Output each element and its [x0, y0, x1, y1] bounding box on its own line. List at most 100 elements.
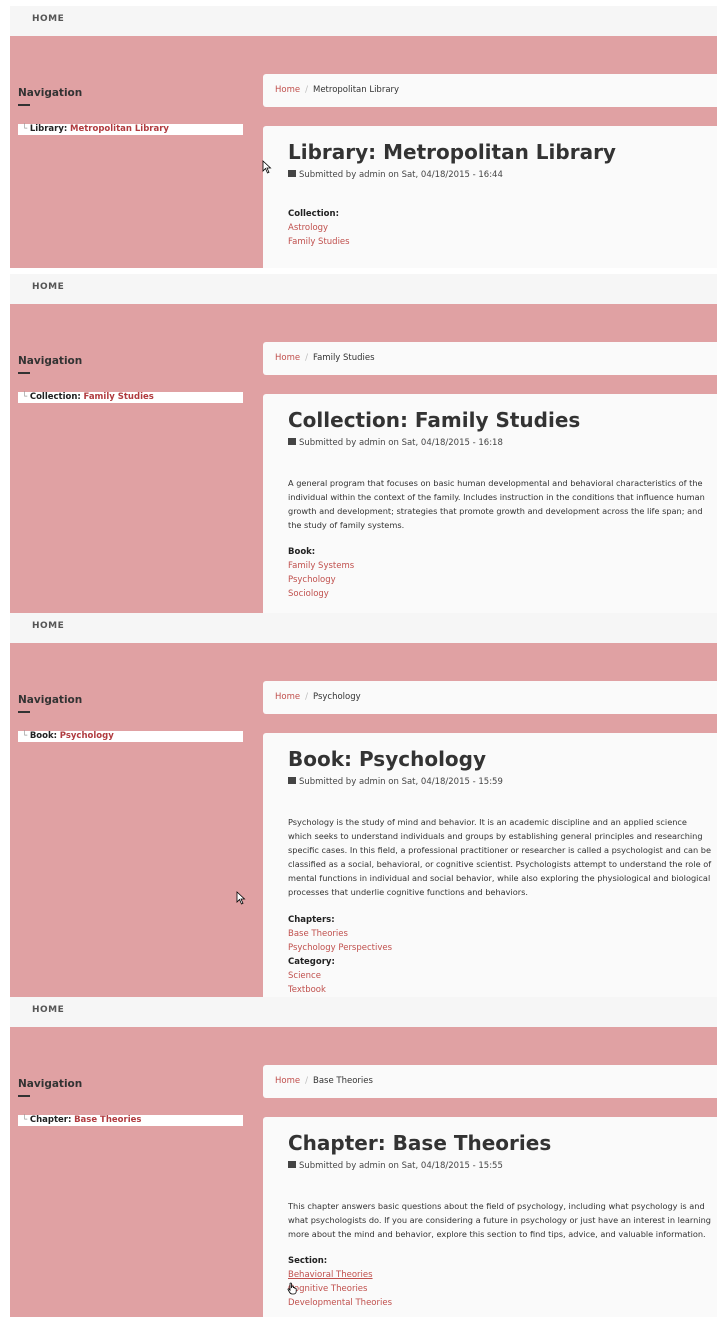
breadcrumb-home-link[interactable]: Home — [275, 692, 300, 702]
page-title: Collection: Family Studies — [288, 408, 581, 432]
top-navbar: HOME — [10, 613, 717, 643]
top-navbar: HOME — [10, 274, 717, 304]
tree-item-link[interactable]: Family Studies — [84, 392, 154, 402]
breadcrumb: Home / Family Studies — [263, 342, 717, 375]
sidebar-title: Navigation — [18, 355, 83, 367]
field-link[interactable]: Cognitive Theories — [288, 1284, 367, 1294]
sidebar-tree-item[interactable]: └ Book: Psychology — [18, 731, 243, 742]
breadcrumb-home-link[interactable]: Home — [275, 85, 300, 95]
page-title: Chapter: Base Theories — [288, 1131, 552, 1155]
field-label-section: Section: — [288, 1256, 328, 1266]
breadcrumb: Home / Psychology — [263, 681, 717, 714]
submitted-prefix: Submitted by admin on — [299, 1161, 399, 1171]
breadcrumb-separator: / — [305, 1076, 308, 1086]
content-card: Library: Metropolitan Library Submitted … — [263, 126, 717, 268]
field-link[interactable]: Textbook — [288, 985, 326, 995]
field-label-book: Book: — [288, 547, 316, 557]
tree-branch-icon: └ — [22, 1115, 30, 1125]
description: Psychology is the study of mind and beha… — [288, 817, 712, 897]
breadcrumb-current: Family Studies — [312, 353, 375, 363]
sidebar-title-underline — [18, 1095, 30, 1097]
field-link[interactable]: Family Systems — [288, 561, 354, 571]
breadcrumb: Home / Base Theories — [263, 1065, 717, 1098]
calendar-icon — [288, 438, 296, 445]
content-card: Chapter: Base Theories Submitted by admi… — [263, 1117, 717, 1317]
breadcrumb: Home / Metropolitan Library — [263, 74, 717, 107]
screenshot-panel-book: HOME Navigation └ Book: Psychology Home /… — [10, 613, 717, 997]
submitted-date: Sat, 04/18/2015 - 15:55 — [401, 1161, 503, 1171]
screenshot-panel-chapter: HOME Navigation └ Chapter: Base Theories… — [10, 997, 717, 1317]
submitted-meta: Submitted by admin on Sat, 04/18/2015 - … — [288, 777, 503, 787]
breadcrumb-current: Psychology — [312, 692, 361, 702]
calendar-icon — [288, 1161, 296, 1168]
field-link[interactable]: Developmental Theories — [288, 1298, 392, 1308]
breadcrumb-separator: / — [305, 85, 308, 95]
sidebar-title: Navigation — [18, 87, 83, 99]
submitted-date: Sat, 04/18/2015 - 16:18 — [401, 438, 503, 448]
tree-item-link[interactable]: Base Theories — [74, 1115, 141, 1125]
screenshot-panel-collection: HOME Navigation └ Collection: Family Stu… — [10, 274, 717, 614]
page-title: Library: Metropolitan Library — [288, 140, 616, 164]
sidebar-tree-item[interactable]: └ Library: Metropolitan Library — [18, 124, 243, 135]
tree-item-link[interactable]: Psychology — [60, 731, 114, 741]
submitted-meta: Submitted by admin on Sat, 04/18/2015 - … — [288, 1161, 503, 1171]
screenshot-panel-library: HOME Navigation └ Library: Metropolitan … — [10, 6, 717, 268]
tree-item-kind: Book: — [29, 731, 58, 741]
submitted-prefix: Submitted by admin on — [299, 170, 399, 180]
submitted-prefix: Submitted by admin on — [299, 438, 399, 448]
field-label-chapters: Chapters: — [288, 915, 335, 925]
sidebar-title-underline — [18, 372, 30, 374]
field-link[interactable]: Psychology Perspectives — [288, 943, 392, 953]
field-label-category: Category: — [288, 957, 335, 967]
tree-item-link[interactable]: Metropolitan Library — [70, 124, 169, 134]
mouse-pointer-icon — [262, 160, 272, 174]
field-link[interactable]: Psychology — [288, 575, 336, 585]
page-body: Navigation └ Library: Metropolitan Libra… — [10, 36, 717, 268]
calendar-icon — [288, 777, 296, 784]
sidebar-tree-item[interactable]: └ Chapter: Base Theories — [18, 1115, 243, 1126]
field-label-collection: Collection: — [288, 209, 339, 219]
breadcrumb-current: Base Theories — [312, 1076, 373, 1086]
tree-item-kind: Chapter: — [29, 1115, 72, 1125]
field-link[interactable]: Sociology — [288, 589, 329, 599]
page-body: Navigation └ Collection: Family Studies … — [10, 304, 717, 614]
breadcrumb-current: Metropolitan Library — [312, 85, 400, 95]
tree-item-kind: Library: — [29, 124, 68, 134]
home-nav-link[interactable]: HOME — [32, 14, 64, 24]
field-link[interactable]: Behavioral Theories — [288, 1270, 373, 1280]
field-link[interactable]: Family Studies — [288, 237, 350, 247]
calendar-icon — [288, 170, 296, 177]
submitted-date: Sat, 04/18/2015 - 16:44 — [401, 170, 503, 180]
breadcrumb-separator: / — [305, 353, 308, 363]
breadcrumb-home-link[interactable]: Home — [275, 353, 300, 363]
mouse-pointer-icon — [236, 891, 246, 905]
page-body: Navigation └ Chapter: Base Theories Home… — [10, 1027, 717, 1317]
field-link[interactable]: Base Theories — [288, 929, 348, 939]
content-card: Collection: Family Studies Submitted by … — [263, 394, 717, 614]
home-nav-link[interactable]: HOME — [32, 282, 64, 292]
field-link[interactable]: Science — [288, 971, 321, 981]
sidebar-title: Navigation — [18, 694, 83, 706]
breadcrumb-home-link[interactable]: Home — [275, 1076, 300, 1086]
page-body: Navigation └ Book: Psychology Home / Psych… — [10, 643, 717, 997]
hand-pointer-icon — [287, 1282, 297, 1295]
sidebar-title-underline — [18, 104, 30, 106]
sidebar-tree-item[interactable]: └ Collection: Family Studies — [18, 392, 243, 403]
sidebar-title: Navigation — [18, 1078, 83, 1090]
tree-branch-icon: └ — [22, 124, 30, 134]
home-nav-link[interactable]: HOME — [32, 1005, 64, 1015]
page-title: Book: Psychology — [288, 747, 487, 771]
breadcrumb-separator: / — [305, 692, 308, 702]
submitted-meta: Submitted by admin on Sat, 04/18/2015 - … — [288, 438, 503, 448]
sidebar-title-underline — [18, 711, 30, 713]
description: This chapter answers basic questions abo… — [288, 1201, 712, 1239]
field-link[interactable]: Astrology — [288, 223, 328, 233]
top-navbar: HOME — [10, 6, 717, 36]
description: A general program that focuses on basic … — [288, 478, 705, 530]
top-navbar: HOME — [10, 997, 717, 1027]
home-nav-link[interactable]: HOME — [32, 621, 64, 631]
submitted-prefix: Submitted by admin on — [299, 777, 399, 787]
submitted-meta: Submitted by admin on Sat, 04/18/2015 - … — [288, 170, 503, 180]
submitted-date: Sat, 04/18/2015 - 15:59 — [401, 777, 503, 787]
tree-item-kind: Collection: — [29, 392, 81, 402]
